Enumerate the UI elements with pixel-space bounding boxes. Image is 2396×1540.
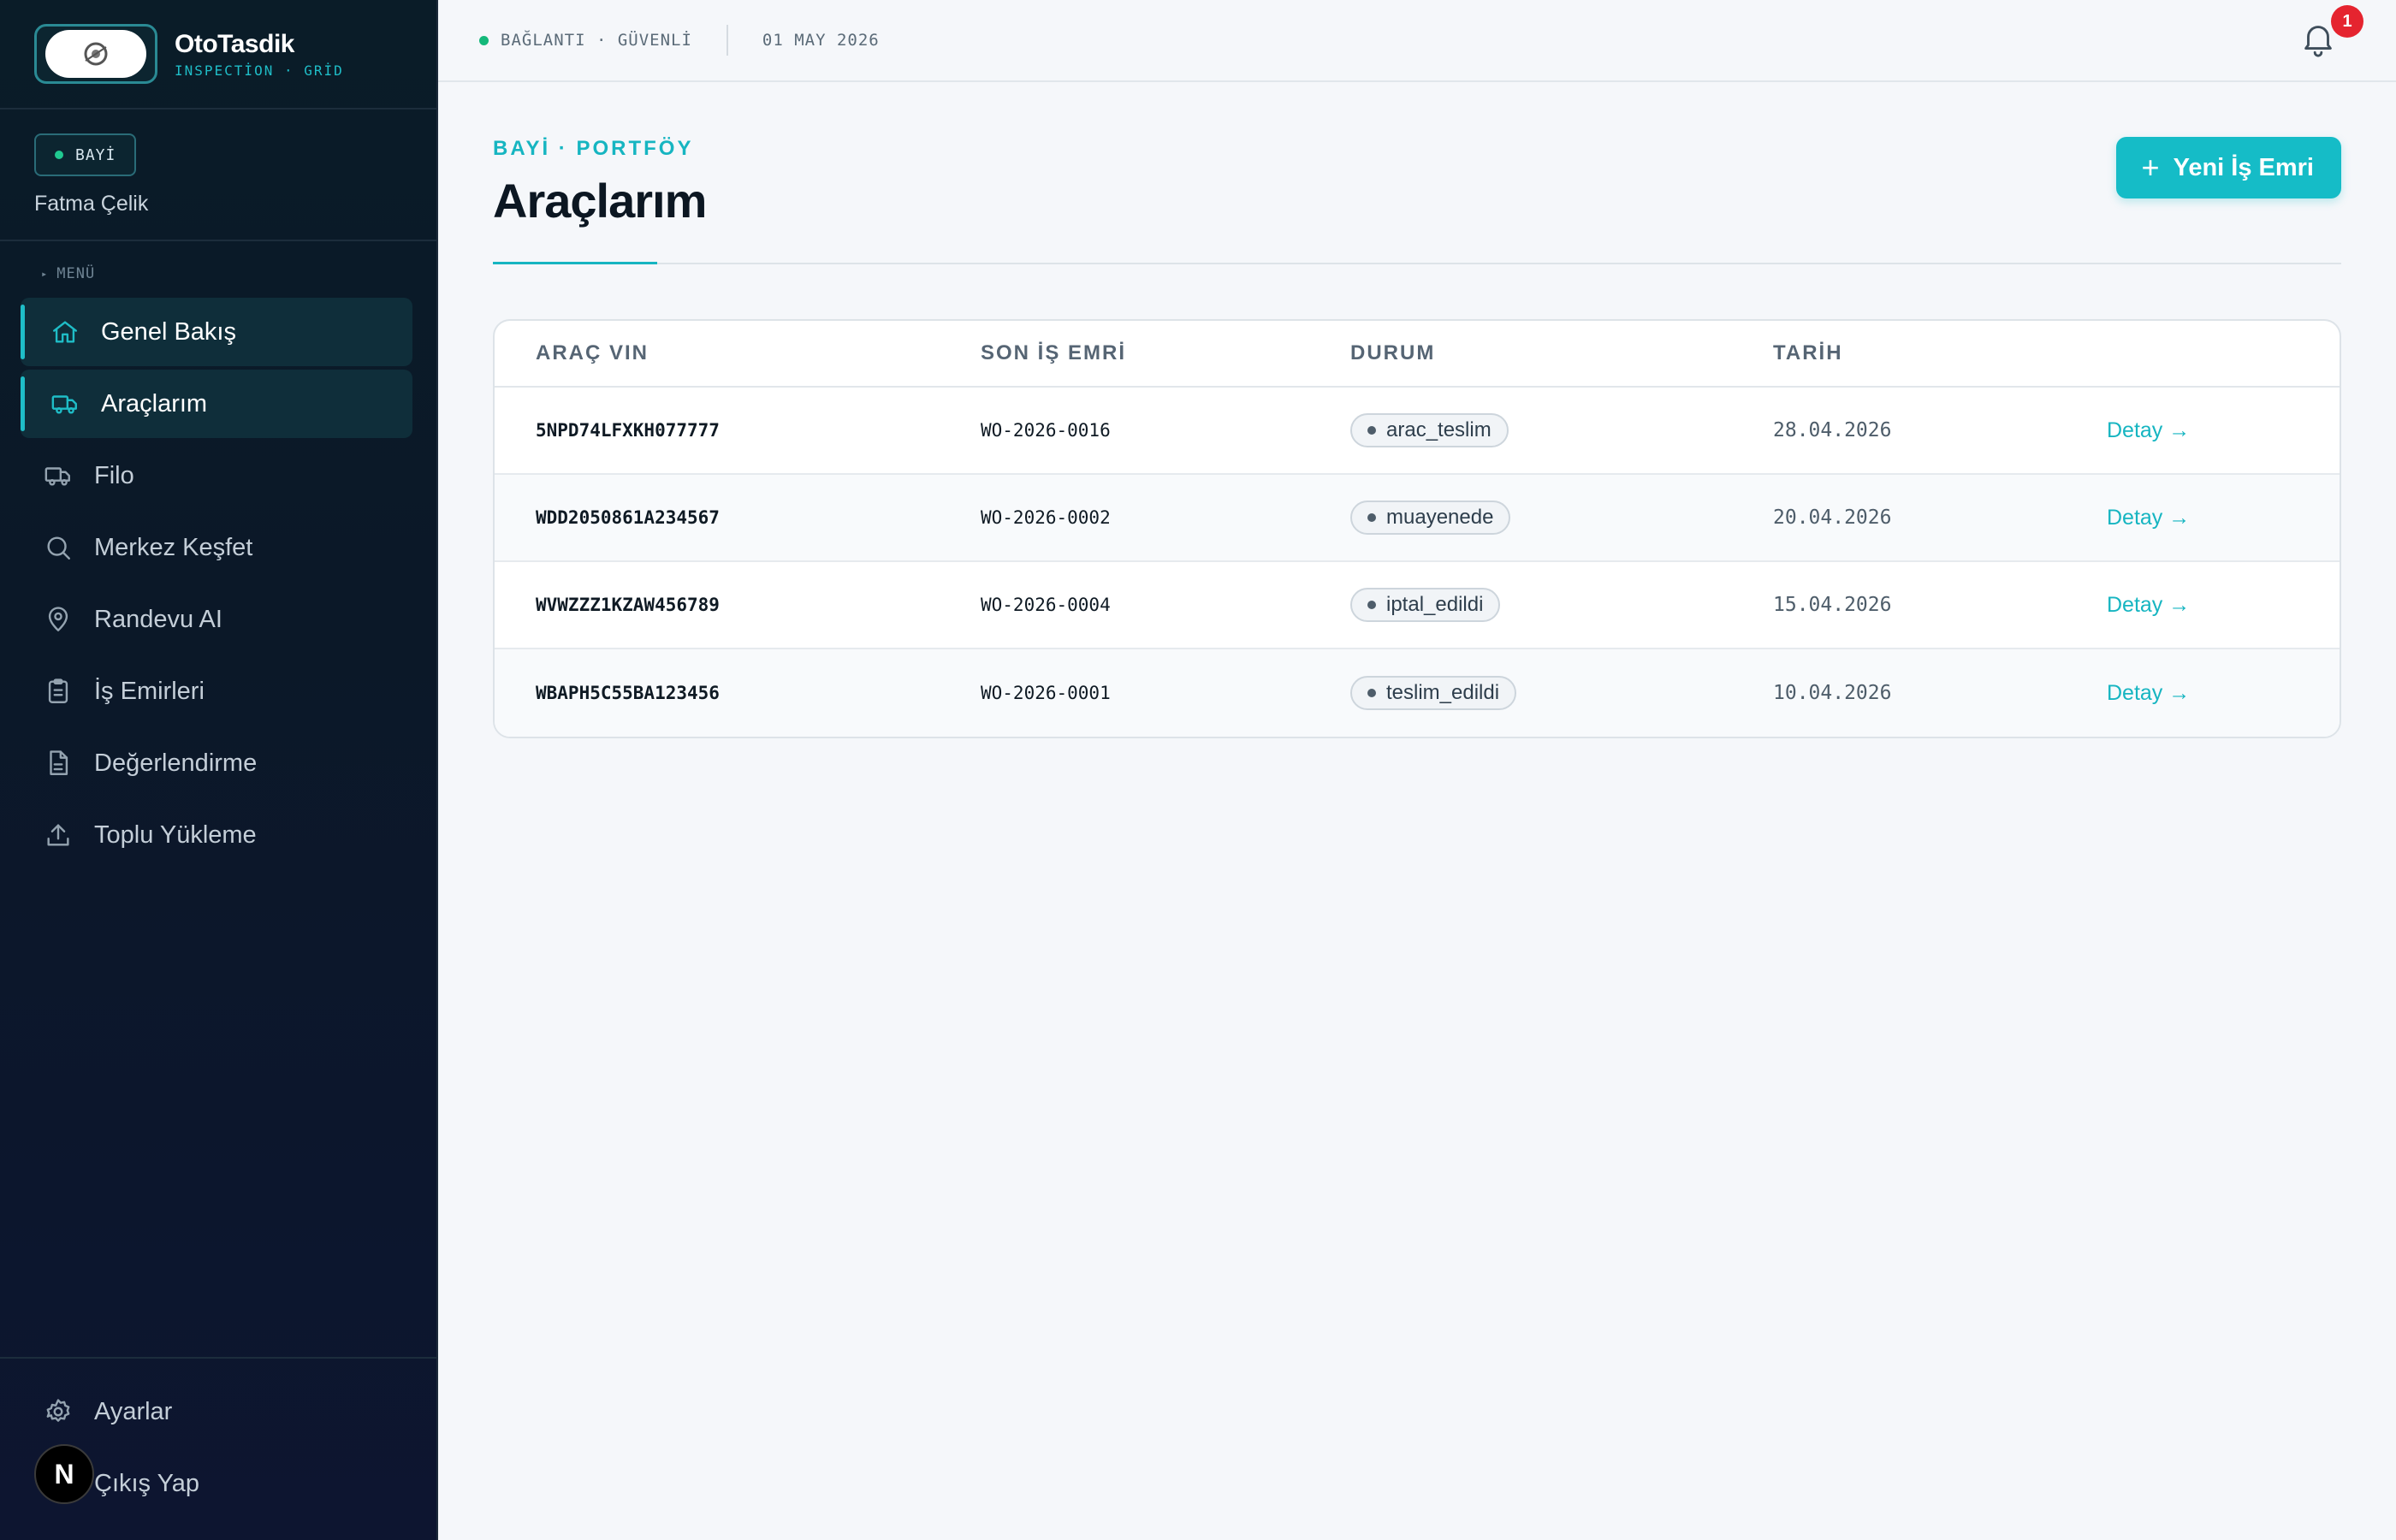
sidebar-item-toplu-yukleme[interactable]: Toplu Yükleme bbox=[21, 801, 412, 869]
sidebar-item-merkez-kesfet[interactable]: Merkez Keşfet bbox=[21, 513, 412, 582]
plus-icon: + bbox=[2141, 150, 2160, 185]
brand[interactable]: OtoTasdik INSPECTİON · GRİD bbox=[0, 0, 436, 110]
status-text: teslim_edildi bbox=[1386, 681, 1500, 704]
work-order-cell: WO-2026-0004 bbox=[981, 595, 1111, 615]
table-row[interactable]: 5NPD74LFXKH077777 WO-2026-0016 arac_tesl… bbox=[495, 388, 2340, 475]
topbar: BAĞLANTI · GÜVENLİ 01 MAY 2026 1 bbox=[438, 0, 2396, 82]
detail-link[interactable]: Detay → bbox=[2107, 418, 2190, 442]
user-block: BAYİ Fatma Çelik bbox=[0, 110, 436, 241]
connection-text: BAĞLANTI · GÜVENLİ bbox=[501, 31, 692, 50]
sidebar-item-label: Değerlendirme bbox=[94, 749, 258, 777]
dev-tools-badge[interactable]: N bbox=[34, 1444, 94, 1504]
logo-mark-icon bbox=[84, 42, 108, 66]
status-badge: iptal_edildi bbox=[1350, 588, 1501, 622]
status-dot bbox=[1367, 689, 1376, 697]
status-dot bbox=[1367, 513, 1376, 522]
sidebar-footer: Ayarlar Çıkış Yap N bbox=[0, 1357, 436, 1540]
status-text: arac_teslim bbox=[1386, 418, 1492, 441]
new-work-order-button[interactable]: + Yeni İş Emri bbox=[2115, 137, 2341, 198]
sidebar-item-degerlendirme[interactable]: Değerlendirme bbox=[21, 729, 412, 797]
page-title: Araçlarım bbox=[493, 174, 707, 228]
notifications-button[interactable]: 1 bbox=[2298, 5, 2363, 60]
sidebar-item-ayarlar[interactable]: Ayarlar bbox=[21, 1377, 412, 1446]
sidebar-item-label: Genel Bakış bbox=[101, 317, 236, 346]
sidebar-item-label: Çıkış Yap bbox=[94, 1469, 200, 1497]
user-name: Fatma Çelik bbox=[34, 192, 149, 216]
document-icon bbox=[43, 748, 74, 779]
sidebar-item-label: Toplu Yükleme bbox=[94, 820, 257, 849]
search-icon bbox=[43, 532, 74, 563]
clipboard-icon bbox=[43, 676, 74, 707]
work-order-cell: WO-2026-0002 bbox=[981, 507, 1111, 528]
vehicles-table: ARAÇ VIN SON İŞ EMRİ DURUM TARİH 5NPD74L… bbox=[493, 319, 2341, 738]
status-dot bbox=[1367, 426, 1376, 435]
truck-icon bbox=[50, 388, 80, 419]
menu-label: ▸ MENÜ bbox=[0, 241, 436, 282]
sidebar-item-label: İş Emirleri bbox=[94, 677, 205, 705]
breadcrumb: BAYİ · PORTFÖY bbox=[493, 137, 694, 160]
sidebar-item-label: Randevu AI bbox=[94, 605, 222, 633]
date-cell: 15.04.2026 bbox=[1773, 594, 1892, 616]
status-dot bbox=[55, 151, 63, 159]
truck-icon bbox=[43, 460, 74, 491]
table-row[interactable]: WDD2050861A234567 WO-2026-0002 muayenede… bbox=[495, 475, 2340, 562]
upload-icon bbox=[43, 820, 74, 850]
work-order-cell: WO-2026-0016 bbox=[981, 420, 1111, 441]
status-dot bbox=[479, 35, 489, 45]
status-badge: teslim_edildi bbox=[1350, 676, 1517, 710]
map-pin-icon bbox=[43, 604, 74, 635]
date-cell: 20.04.2026 bbox=[1773, 506, 1892, 529]
sidebar-item-label: Merkez Keşfet bbox=[94, 533, 253, 561]
connection-status: BAĞLANTI · GÜVENLİ bbox=[479, 31, 692, 50]
work-order-cell: WO-2026-0001 bbox=[981, 683, 1111, 703]
status-badge: arac_teslim bbox=[1350, 413, 1509, 447]
title-underline bbox=[493, 262, 2341, 264]
table-row[interactable]: WVWZZZ1KZAW456789 WO-2026-0004 iptal_edi… bbox=[495, 562, 2340, 649]
new-work-order-label: Yeni İş Emri bbox=[2173, 153, 2314, 181]
detail-link[interactable]: Detay → bbox=[2107, 506, 2190, 530]
caret-right-icon: ▸ bbox=[41, 268, 49, 280]
role-label: BAYİ bbox=[75, 145, 116, 164]
column-header-date[interactable]: TARİH bbox=[1773, 341, 2107, 365]
sidebar-item-randevu-ai[interactable]: Randevu AI bbox=[21, 585, 412, 654]
date-cell: 10.04.2026 bbox=[1773, 682, 1892, 704]
sidebar-item-filo[interactable]: Filo bbox=[21, 441, 412, 510]
vin-cell: WBAPH5C55BA123456 bbox=[536, 683, 720, 703]
sidebar-item-genel-bakis[interactable]: Genel Bakış bbox=[21, 298, 412, 366]
vin-cell: 5NPD74LFXKH077777 bbox=[536, 420, 720, 441]
logo bbox=[34, 24, 157, 84]
date-cell: 28.04.2026 bbox=[1773, 419, 1892, 441]
column-header-work-order[interactable]: SON İŞ EMRİ bbox=[981, 341, 1350, 365]
home-icon bbox=[50, 317, 80, 347]
status-dot bbox=[1367, 601, 1376, 609]
sidebar-item-label: Araçlarım bbox=[101, 389, 208, 418]
current-date: 01 MAY 2026 bbox=[762, 31, 880, 50]
role-badge: BAYİ bbox=[34, 133, 137, 176]
status-text: iptal_edildi bbox=[1386, 593, 1484, 616]
vin-cell: WVWZZZ1KZAW456789 bbox=[536, 595, 720, 615]
sidebar: OtoTasdik INSPECTİON · GRİD BAYİ Fatma Ç… bbox=[0, 0, 438, 1540]
sidebar-nav: Genel Bakış Araçlarım Filo Merkez Keşfet… bbox=[0, 298, 436, 869]
main-content: BAYİ · PORTFÖY Araçlarım + Yeni İş Emri … bbox=[493, 82, 2341, 738]
status-badge: muayenede bbox=[1350, 500, 1511, 535]
sidebar-item-label: Ayarlar bbox=[94, 1397, 173, 1425]
sidebar-item-araclarim[interactable]: Araçlarım bbox=[21, 370, 412, 438]
vin-cell: WDD2050861A234567 bbox=[536, 507, 720, 528]
detail-link[interactable]: Detay → bbox=[2107, 593, 2190, 617]
sidebar-item-is-emirleri[interactable]: İş Emirleri bbox=[21, 657, 412, 726]
detail-link[interactable]: Detay → bbox=[2107, 681, 2190, 705]
notification-count-badge: 1 bbox=[2331, 5, 2363, 38]
brand-subtitle: INSPECTİON · GRİD bbox=[175, 62, 344, 79]
gear-icon bbox=[43, 1396, 74, 1427]
column-header-vin[interactable]: ARAÇ VIN bbox=[536, 341, 981, 365]
menu-label-text: MENÜ bbox=[56, 265, 96, 282]
divider bbox=[726, 25, 728, 56]
status-text: muayenede bbox=[1386, 506, 1494, 529]
table-header: ARAÇ VIN SON İŞ EMRİ DURUM TARİH bbox=[495, 321, 2340, 388]
sidebar-item-label: Filo bbox=[94, 461, 134, 489]
brand-name: OtoTasdik bbox=[175, 29, 294, 58]
table-row[interactable]: WBAPH5C55BA123456 WO-2026-0001 teslim_ed… bbox=[495, 649, 2340, 737]
column-header-status[interactable]: DURUM bbox=[1350, 341, 1773, 365]
